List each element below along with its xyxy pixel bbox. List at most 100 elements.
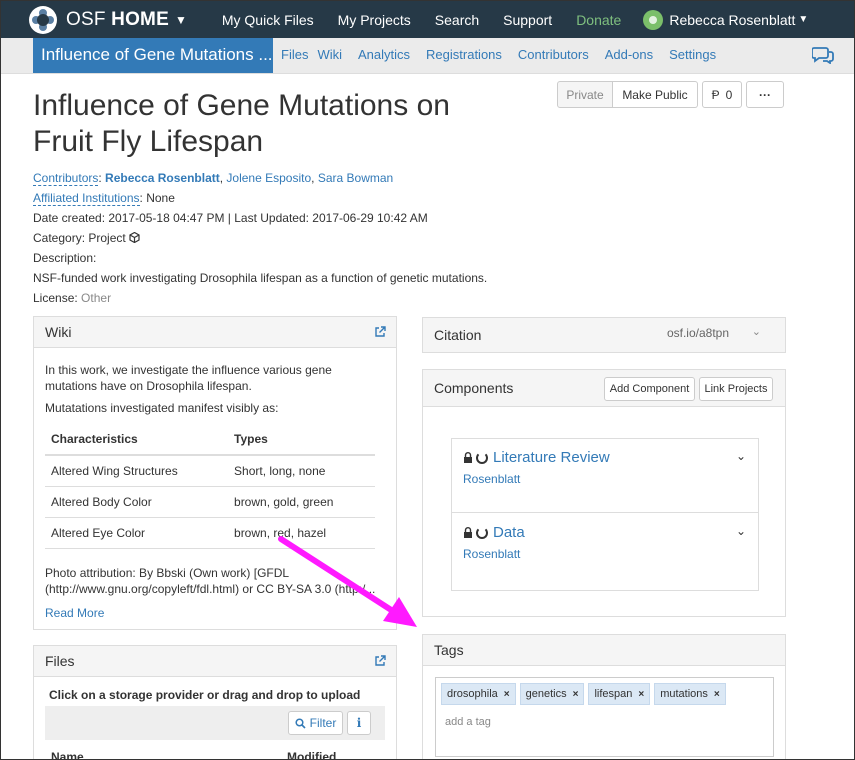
project-nav-title[interactable]: Influence of Gene Mutations ... — [33, 38, 273, 73]
add-tag-placeholder[interactable]: add a tag — [445, 716, 773, 728]
nav-donate[interactable]: Donate — [576, 12, 621, 28]
tag[interactable]: mutations × — [654, 683, 726, 705]
project-actions: Private Make Public Ᵽ 0 ··· — [557, 81, 784, 108]
circle-notch-icon — [476, 526, 488, 539]
component-title-link[interactable]: Data — [493, 524, 525, 541]
annotation-arrow — [278, 536, 417, 627]
description-label: Description: — [33, 251, 97, 265]
files-panel: Files Click on a storage provider or dra… — [33, 645, 397, 759]
tab-settings[interactable]: Settings — [669, 47, 716, 62]
table-cell: Altered Body Color — [45, 486, 229, 518]
tags-panel-header: Tags — [423, 635, 785, 666]
license-value[interactable]: Other — [81, 291, 111, 305]
tab-registrations[interactable]: Registrations — [426, 47, 502, 62]
citation-panel: Citation osf.io/a8tpn ⌄ — [422, 317, 786, 353]
chevron-down-icon[interactable]: ⌄ — [736, 524, 746, 538]
fork-button[interactable]: Ᵽ 0 — [702, 81, 742, 108]
table-cell: Altered Eye Color — [45, 517, 229, 549]
affiliated-label[interactable]: Affiliated Institutions — [33, 191, 140, 206]
project-nav-links: Files Wiki Analytics Registrations Contr… — [281, 47, 732, 62]
tab-wiki[interactable]: Wiki — [317, 47, 342, 62]
remove-tag-icon[interactable]: × — [638, 689, 644, 700]
components-panel-header: Components Add Component Link Projects — [423, 370, 785, 407]
table-cell: brown, gold, green — [228, 486, 375, 518]
remove-tag-icon[interactable]: × — [714, 689, 720, 700]
column-modified[interactable]: Modified — [287, 750, 336, 759]
list-item: Data Rosenblatt ⌄ — [452, 514, 758, 588]
wiki-panel-title: Wiki — [45, 324, 72, 340]
wiki-intro: In this work, we investigate the influen… — [45, 363, 332, 393]
page-title: Influence of Gene Mutations on Fruit Fly… — [33, 89, 450, 158]
list-item: Literature Review Rosenblatt ⌄ — [452, 439, 758, 513]
search-icon — [295, 717, 306, 729]
nav-search[interactable]: Search — [435, 12, 479, 28]
tab-files[interactable]: Files — [281, 47, 308, 62]
nav-my-quick-files[interactable]: My Quick Files — [222, 12, 314, 28]
tags-input[interactable]: drosophila × genetics × lifespan × mutation… — [435, 677, 774, 757]
components-panel: Components Add Component Link Projects L… — [422, 369, 786, 617]
filter-button[interactable]: Filter — [288, 711, 343, 735]
nav-my-projects[interactable]: My Projects — [338, 12, 411, 28]
filter-label: Filter — [309, 716, 337, 730]
table-cell: Short, long, none — [228, 455, 375, 487]
caret-down-icon: ▼ — [174, 12, 187, 27]
component-owner[interactable]: Rosenblatt — [463, 547, 748, 561]
component-owner[interactable]: Rosenblatt — [463, 472, 748, 486]
contributor-link[interactable]: Sara Bowman — [318, 171, 393, 185]
column-name[interactable]: Name — [51, 750, 84, 759]
top-navbar: OSF HOME ▼ My Quick Files My Projects Se… — [1, 1, 854, 38]
citation-panel-title: Citation — [434, 327, 482, 343]
link-projects-button[interactable]: Link Projects — [699, 377, 773, 401]
brand-text: OSF HOME — [66, 8, 169, 30]
tab-add-ons[interactable]: Add-ons — [605, 47, 653, 62]
table-header: Types — [228, 424, 375, 456]
table-row: Altered Body Color brown, gold, green — [45, 486, 375, 518]
citation-panel-header[interactable]: Citation osf.io/a8tpn ⌄ — [423, 318, 785, 352]
tags-panel-title: Tags — [434, 642, 464, 658]
contributor-link[interactable]: Rebecca Rosenblatt — [105, 171, 220, 185]
osf-home-menu[interactable]: OSF HOME ▼ — [29, 5, 187, 34]
category-label: Category: — [33, 231, 86, 245]
dates-line: Date created: 2017-05-18 04:47 PM | Last… — [33, 211, 428, 225]
description-text: NSF-funded work investigating Drosophila… — [33, 271, 488, 285]
chat-bubbles-icon[interactable] — [812, 46, 834, 64]
user-menu[interactable]: Rebecca Rosenblatt ▼ — [643, 9, 808, 30]
component-title: Literature Review — [463, 449, 748, 466]
private-button[interactable]: Private — [557, 81, 613, 108]
chevron-down-icon[interactable]: ⌄ — [752, 325, 761, 338]
tag-list: drosophila × genetics × lifespan × mutation… — [441, 683, 773, 705]
components-panel-title: Components — [434, 380, 514, 396]
external-link-icon[interactable] — [374, 326, 386, 338]
contributor-link[interactable]: Jolene Esposito — [226, 171, 311, 185]
contributors-line: Contributors: Rebecca Rosenblatt, Jolene… — [33, 171, 394, 186]
affiliated-value: None — [146, 191, 175, 205]
nav-support[interactable]: Support — [503, 12, 552, 28]
tab-analytics[interactable]: Analytics — [358, 47, 410, 62]
lock-icon — [464, 452, 472, 463]
add-component-button[interactable]: Add Component — [604, 377, 695, 401]
contributors-label[interactable]: Contributors — [33, 171, 99, 186]
remove-tag-icon[interactable]: × — [504, 689, 510, 700]
info-button[interactable]: i — [347, 711, 371, 735]
avatar — [643, 9, 664, 30]
tags-panel: Tags drosophila × genetics × lifespan × mut… — [422, 634, 786, 759]
category-line: Category: Project — [33, 231, 140, 245]
files-panel-header: Files — [34, 646, 396, 677]
external-link-icon[interactable] — [374, 655, 386, 667]
chevron-down-icon[interactable]: ⌄ — [736, 449, 746, 463]
more-options-button[interactable]: ··· — [746, 81, 784, 108]
components-list: Literature Review Rosenblatt ⌄ Data Rose… — [451, 438, 759, 591]
license-label: License: — [33, 291, 78, 305]
tag[interactable]: lifespan × — [588, 683, 651, 705]
tag[interactable]: genetics × — [519, 683, 585, 705]
tag[interactable]: drosophila × — [441, 683, 516, 705]
fork-count: 0 — [725, 87, 733, 102]
files-upload-hint: Click on a storage provider or drag and … — [49, 688, 361, 702]
remove-tag-icon[interactable]: × — [573, 689, 579, 700]
files-toolbar: Filter i — [45, 706, 385, 740]
tab-contributors[interactable]: Contributors — [518, 47, 589, 62]
wiki-sub: Mutatations investigated manifest visibl… — [45, 401, 279, 415]
affiliated-line: Affiliated Institutions: None — [33, 191, 175, 206]
make-public-button[interactable]: Make Public — [613, 81, 698, 108]
component-title-link[interactable]: Literature Review — [493, 449, 610, 466]
